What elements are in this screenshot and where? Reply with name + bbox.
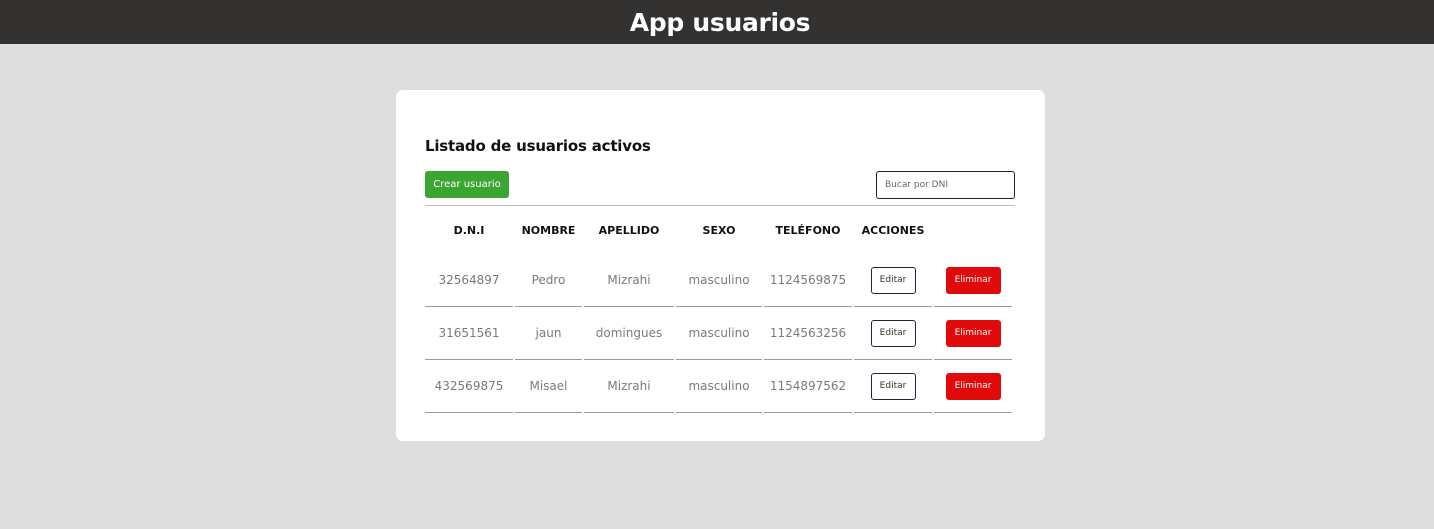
cell-apellido: Mizrahi: [584, 360, 674, 413]
cell-dni: 31651561: [425, 307, 513, 360]
cell-telefono: 1154897562: [764, 360, 852, 413]
header-sexo: SEXO: [702, 223, 736, 237]
search-dni-input[interactable]: [876, 171, 1015, 199]
cell-delete: Eliminar: [934, 360, 1012, 413]
cell-sexo: masculino: [676, 307, 762, 360]
create-user-button[interactable]: Crear usuario: [425, 171, 509, 198]
delete-button[interactable]: Eliminar: [945, 372, 1001, 400]
cell-nombre: Misael: [515, 360, 582, 413]
delete-button[interactable]: Eliminar: [945, 266, 1001, 294]
app-title: App usuarios: [629, 7, 811, 37]
users-table: D.N.I NOMBRE APELLIDO SEXO TELÉFONO ACCI…: [423, 206, 1014, 413]
table-header-row: D.N.I NOMBRE APELLIDO SEXO TELÉFONO ACCI…: [425, 206, 1012, 254]
edit-button[interactable]: Editar: [870, 319, 916, 347]
cell-sexo: masculino: [676, 360, 762, 413]
cell-edit: Editar: [854, 307, 932, 360]
cell-apellido: Mizrahi: [584, 254, 674, 307]
cell-dni: 32564897: [425, 254, 513, 307]
header-telefono: TELÉFONO: [775, 223, 841, 237]
table-row: 32564897 Pedro Mizrahi masculino 1124569…: [425, 254, 1012, 307]
cell-dni: 432569875: [425, 360, 513, 413]
edit-button[interactable]: Editar: [870, 266, 916, 294]
header-dni: D.N.I: [453, 223, 485, 237]
top-bar: App usuarios: [0, 0, 1434, 44]
users-card: Listado de usuarios activos Crear usuari…: [396, 90, 1045, 441]
header-acciones: ACCIONES: [861, 223, 925, 237]
cell-apellido: domingues: [584, 307, 674, 360]
edit-button[interactable]: Editar: [870, 372, 916, 400]
delete-button[interactable]: Eliminar: [945, 319, 1001, 347]
cell-edit: Editar: [854, 254, 932, 307]
cell-telefono: 1124563256: [764, 307, 852, 360]
cell-telefono: 1124569875: [764, 254, 852, 307]
cell-nombre: jaun: [515, 307, 582, 360]
table-row: 31651561 jaun domingues masculino 112456…: [425, 307, 1012, 360]
cell-delete: Eliminar: [934, 307, 1012, 360]
header-empty: [934, 206, 1012, 254]
cell-delete: Eliminar: [934, 254, 1012, 307]
header-apellido: APELLIDO: [598, 223, 660, 237]
cell-edit: Editar: [854, 360, 932, 413]
table-row: 432569875 Misael Mizrahi masculino 11548…: [425, 360, 1012, 413]
cell-sexo: masculino: [676, 254, 762, 307]
section-title: Listado de usuarios activos: [425, 137, 651, 155]
header-nombre: NOMBRE: [521, 223, 576, 237]
cell-nombre: Pedro: [515, 254, 582, 307]
